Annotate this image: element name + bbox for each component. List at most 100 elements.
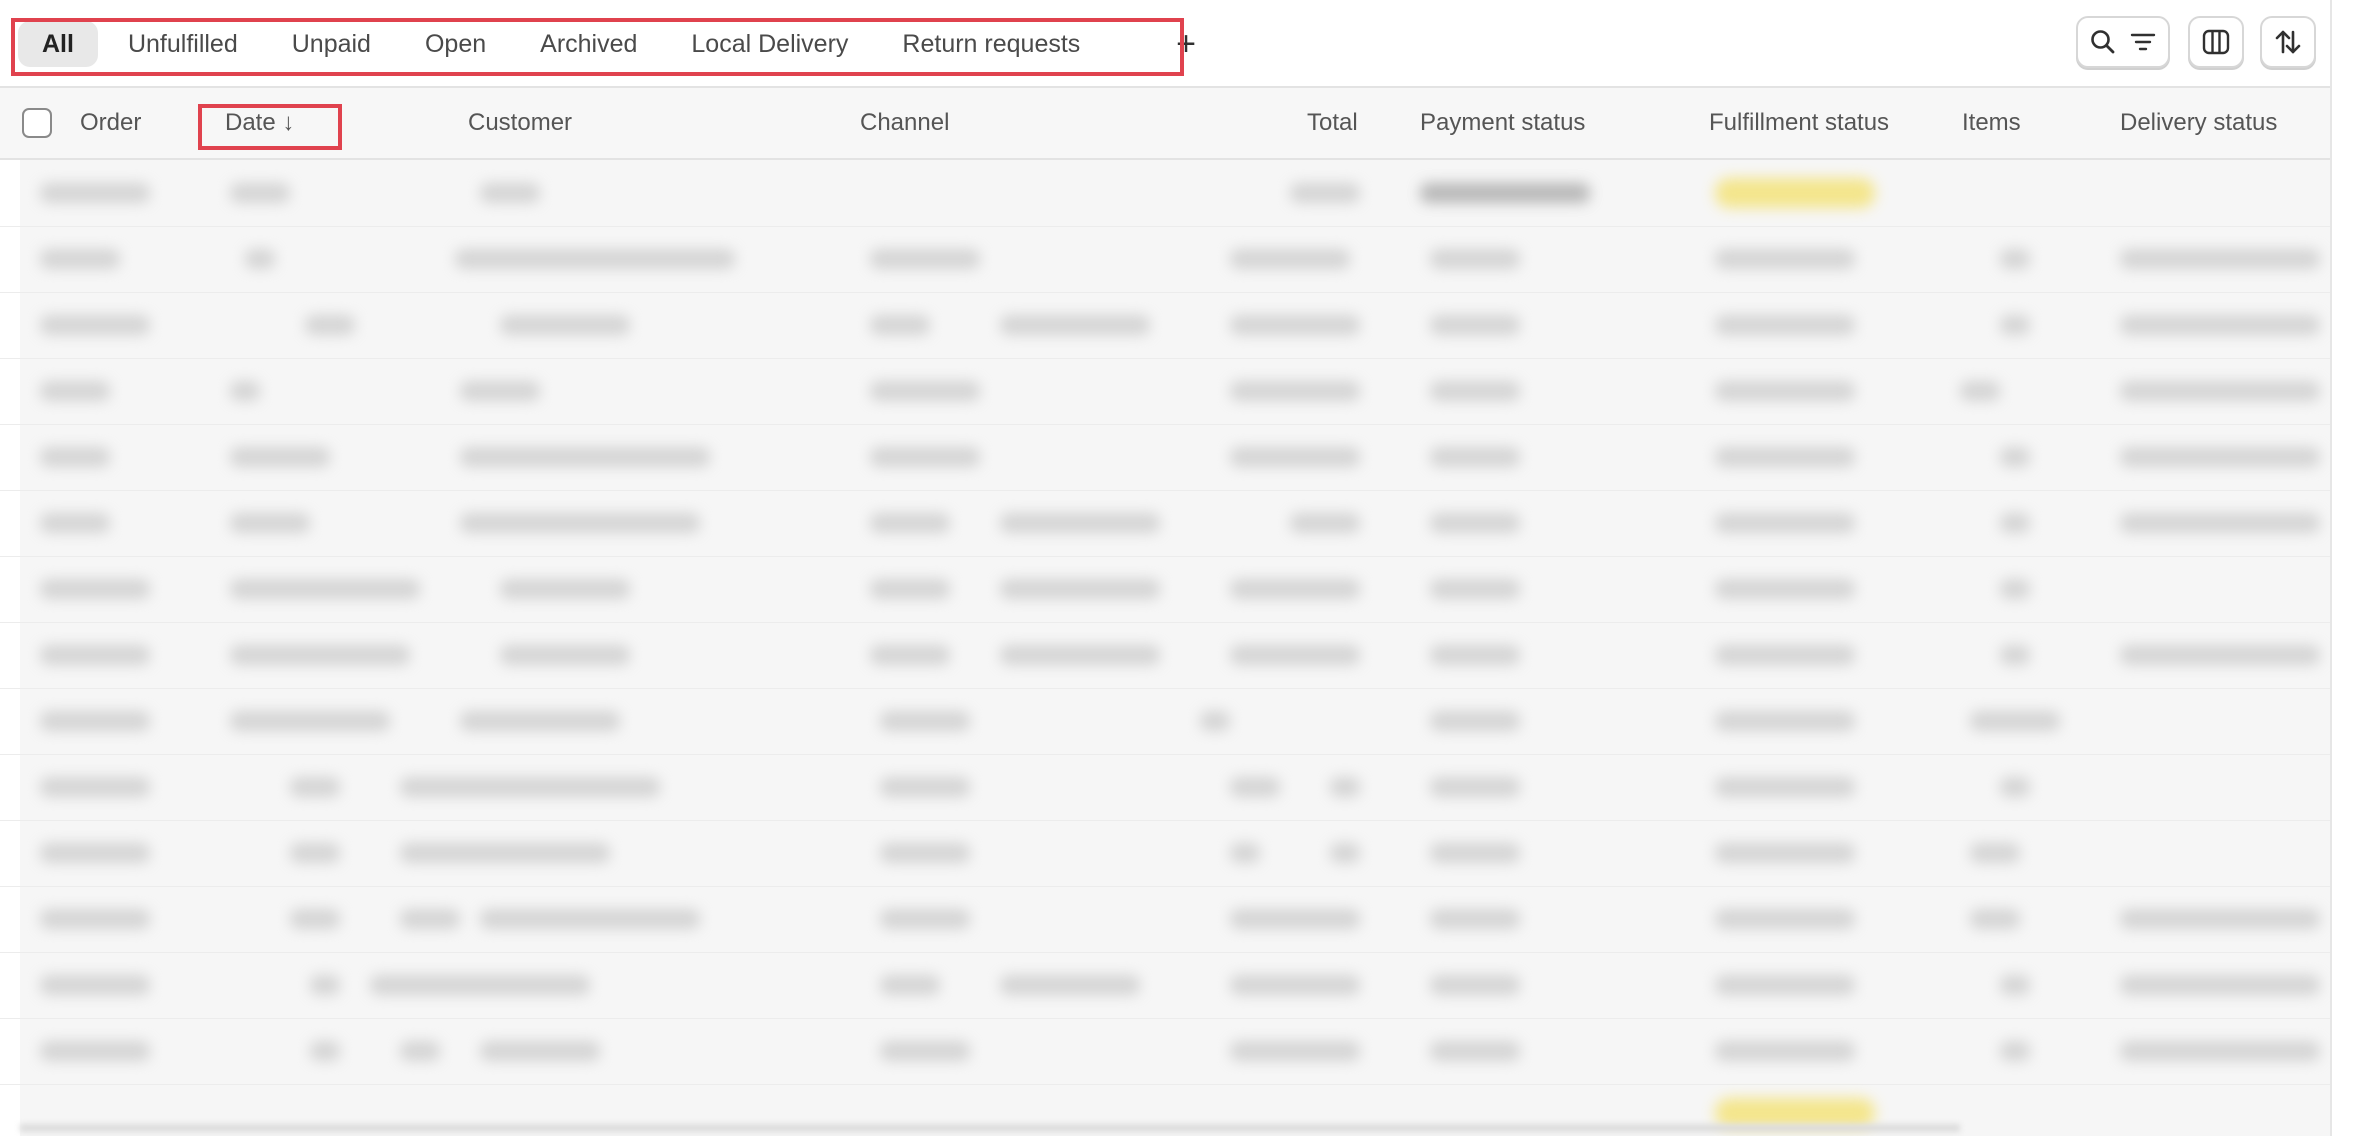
search-icon (2088, 27, 2118, 57)
horizontal-scrollbar[interactable] (20, 1124, 1960, 1132)
blurred-cell (40, 381, 110, 401)
table-row[interactable] (0, 754, 2330, 821)
blurred-cell (870, 447, 980, 467)
blurred-cell (40, 513, 110, 533)
blurred-cell (1230, 447, 1360, 467)
blurred-cell (230, 579, 420, 599)
blurred-cell (1430, 843, 1520, 863)
column-header-total[interactable]: Total (1307, 88, 1358, 158)
columns-icon (2200, 26, 2232, 58)
table-row[interactable] (0, 820, 2330, 887)
sort-button[interactable] (2260, 16, 2316, 68)
column-header-items[interactable]: Items (1962, 88, 2021, 158)
table-row[interactable] (0, 490, 2330, 557)
blurred-cell (1430, 249, 1520, 269)
table-row[interactable] (0, 556, 2330, 623)
table-row[interactable] (0, 952, 2330, 1019)
table-row[interactable] (0, 1018, 2330, 1085)
blurred-cell (1330, 843, 1360, 863)
column-header-fulfillment-status[interactable]: Fulfillment status (1709, 88, 1889, 158)
blurred-cell (480, 183, 540, 203)
tab-local-delivery[interactable]: Local Delivery (667, 21, 872, 67)
blurred-cell (1430, 447, 1520, 467)
column-header-payment-status[interactable]: Payment status (1420, 88, 1585, 158)
blurred-cell (290, 843, 340, 863)
blurred-cell (1715, 645, 1855, 665)
blurred-cell (500, 315, 630, 335)
table-row[interactable] (0, 358, 2330, 425)
blurred-cell (460, 513, 700, 533)
blurred-cell (40, 843, 150, 863)
tab-all[interactable]: All (18, 21, 98, 67)
blurred-cell (2120, 975, 2320, 995)
tab-open[interactable]: Open (401, 21, 510, 67)
filter-icon (2128, 27, 2158, 57)
blurred-cell (870, 513, 950, 533)
blurred-cell (1230, 777, 1280, 797)
table-row[interactable] (0, 886, 2330, 953)
blurred-cell (40, 249, 120, 269)
blurred-cell (2000, 1041, 2030, 1061)
blurred-cell (1230, 843, 1260, 863)
blurred-cell (1960, 381, 2000, 401)
blurred-cell (400, 909, 460, 929)
search-filter-button[interactable] (2076, 16, 2170, 68)
blurred-cell (1000, 513, 1160, 533)
blurred-cell (1230, 249, 1350, 269)
blurred-cell (1715, 381, 1855, 401)
blurred-cell (1230, 909, 1360, 929)
blurred-cell (1715, 579, 1855, 599)
blurred-cell (1230, 975, 1360, 995)
blurred-cell (1430, 909, 1520, 929)
table-row[interactable] (0, 424, 2330, 491)
column-header-customer[interactable]: Customer (468, 88, 572, 158)
blurred-cell (1715, 975, 1855, 995)
blurred-cell (1000, 975, 1140, 995)
blurred-cell (2120, 1041, 2320, 1061)
sort-icon (2272, 26, 2304, 58)
table-row[interactable] (0, 688, 2330, 755)
table-row[interactable] (0, 622, 2330, 689)
blurred-cell (230, 513, 310, 533)
column-header-delivery-status[interactable]: Delivery status (2120, 88, 2277, 158)
blurred-cell (1715, 909, 1855, 929)
add-view-button[interactable]: + (1168, 22, 1204, 66)
blurred-cell (1970, 909, 2020, 929)
blurred-cell (880, 975, 940, 995)
column-header-date[interactable]: Date ↓ (225, 88, 294, 158)
blurred-cell (1715, 1041, 1855, 1061)
blurred-cell (1420, 183, 1590, 203)
blurred-cell (245, 249, 275, 269)
blurred-cell (1230, 381, 1360, 401)
column-header-channel[interactable]: Channel (860, 88, 949, 158)
blurred-cell (500, 645, 630, 665)
table-row[interactable] (0, 292, 2330, 359)
table-row[interactable] (0, 160, 2330, 227)
tab-archived[interactable]: Archived (516, 21, 661, 67)
blurred-cell (2120, 447, 2320, 467)
tab-unpaid[interactable]: Unpaid (268, 21, 395, 67)
plus-icon: + (1176, 24, 1196, 63)
blurred-cell (1430, 975, 1520, 995)
select-all-checkbox[interactable] (22, 108, 52, 138)
blurred-cell (880, 711, 970, 731)
columns-button[interactable] (2188, 16, 2244, 68)
tab-bar: All Unfulfilled Unpaid Open Archived Loc… (0, 0, 2330, 88)
blurred-cell (1330, 777, 1360, 797)
blurred-cell (290, 777, 340, 797)
blurred-cell (1430, 579, 1520, 599)
orders-card: All Unfulfilled Unpaid Open Archived Loc… (0, 0, 2332, 1136)
blurred-cell (40, 315, 150, 335)
blurred-cell (2000, 645, 2030, 665)
blurred-cell (1430, 777, 1520, 797)
tab-return-requests[interactable]: Return requests (878, 21, 1104, 67)
blurred-cell (880, 843, 970, 863)
blurred-cell (2000, 975, 2030, 995)
blurred-cell (40, 183, 150, 203)
table-row[interactable] (0, 226, 2330, 293)
blurred-cell (460, 711, 620, 731)
blurred-cell (310, 975, 340, 995)
blurred-cell (2000, 579, 2030, 599)
column-header-order[interactable]: Order (80, 88, 141, 158)
tab-unfulfilled[interactable]: Unfulfilled (104, 21, 262, 67)
